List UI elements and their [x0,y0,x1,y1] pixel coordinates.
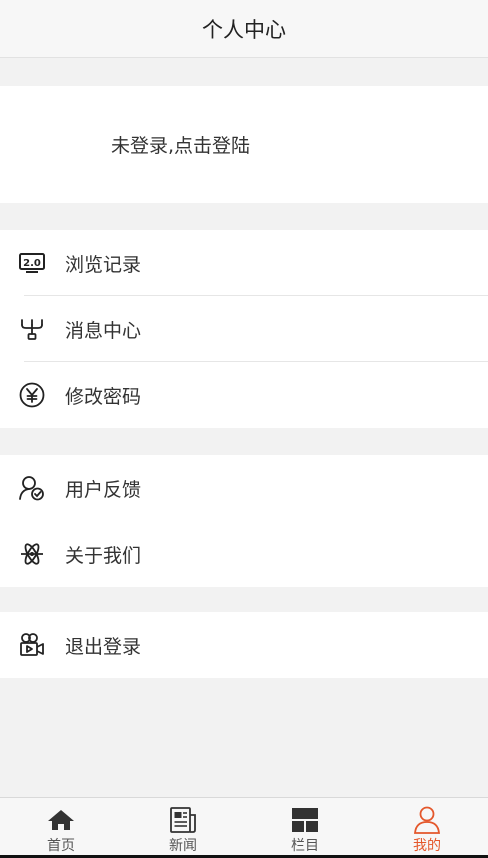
bottom-tab-bar: 首页 新闻 栏目 我的 [0,797,488,858]
user-icon [412,806,442,834]
grid-icon [290,806,320,834]
top-nav-bar: 个人中心 [0,0,488,58]
video-camera-icon [18,631,46,659]
menu-item-label: 用户反馈 [65,478,142,501]
menu-item-label: 修改密码 [65,385,142,408]
menu-item-message-center[interactable]: 消息中心 [0,296,488,362]
login-prompt-text[interactable]: 未登录,点击登陆 [111,131,250,158]
atom-icon [18,540,46,568]
user-check-icon [18,474,46,502]
tab-label: 首页 [47,838,75,854]
menu-item-about-us[interactable]: 关于我们 [0,521,488,587]
svg-text:2.0: 2.0 [23,258,41,269]
history-2.0-icon: 2.0 [18,249,46,277]
yen-coin-icon [18,381,46,409]
home-icon [46,806,76,834]
tab-label: 新闻 [169,838,197,854]
menu-item-label: 消息中心 [65,319,142,342]
tab-label: 栏目 [291,838,319,854]
network-icon [18,315,46,343]
menu-item-logout[interactable]: 退出登录 [0,612,488,678]
menu-item-label: 退出登录 [65,635,142,658]
tab-news[interactable]: 新闻 [122,798,244,855]
menu-item-change-password[interactable]: 修改密码 [0,362,488,428]
page-title: 个人中心 [202,17,286,42]
menu-item-label: 浏览记录 [65,253,142,276]
menu-group-account: 2.0 浏览记录 消息中心 修改密码 [0,230,488,428]
newspaper-icon [168,806,198,834]
menu-item-label: 关于我们 [65,544,142,567]
menu-item-user-feedback[interactable]: 用户反馈 [0,455,488,521]
menu-group-support: 用户反馈 关于我们 [0,455,488,587]
tab-mine[interactable]: 我的 [366,798,488,855]
menu-group-session: 退出登录 [0,612,488,678]
login-prompt-card[interactable]: 未登录,点击登陆 [0,86,488,203]
tab-home[interactable]: 首页 [0,798,122,855]
menu-item-browse-history[interactable]: 2.0 浏览记录 [0,230,488,296]
tab-columns[interactable]: 栏目 [244,798,366,855]
tab-label: 我的 [413,838,441,854]
